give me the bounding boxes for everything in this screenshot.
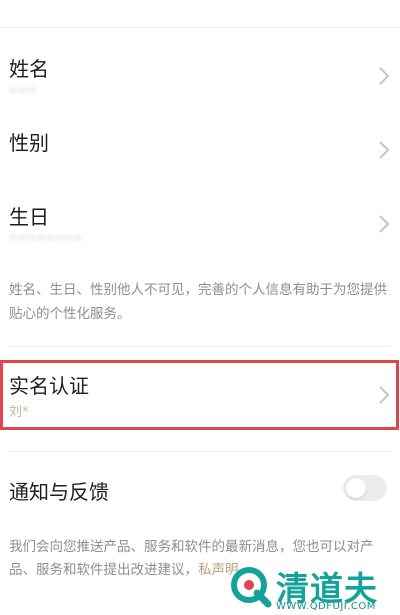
highlight-box [0, 360, 399, 430]
chevron-right-icon [379, 215, 390, 233]
watermark-logo-icon [231, 567, 272, 608]
privacy-hint-text: 姓名、生日、性别他人不可见，完善的个人信息有助于为您提供贴心的个性化服务。 [9, 282, 387, 322]
watermark-url: WWW.QDFUJI.COM [276, 601, 376, 612]
toggle-knob [346, 478, 366, 498]
profile-row-gender[interactable]: 性别 [0, 118, 400, 183]
chevron-right-icon [379, 141, 390, 159]
chevron-right-icon [379, 67, 390, 85]
section-divider [9, 451, 391, 452]
section-divider [9, 346, 391, 347]
top-divider [0, 27, 400, 28]
birthday-value: •••••••• [9, 231, 84, 247]
birthday-label: 生日 [9, 205, 49, 229]
watermark: 清道夫 WWW.QDFUJI.COM [228, 562, 400, 615]
profile-row-name[interactable]: 姓名 ••• [0, 45, 400, 110]
notification-toggle[interactable] [343, 475, 387, 501]
profile-row-birthday[interactable]: 生日 •••••••• [0, 192, 400, 257]
gender-label: 性别 [9, 131, 49, 155]
notification-feedback-row: 通知与反馈 [0, 466, 400, 512]
name-value: ••• [9, 83, 37, 99]
notification-feedback-label: 通知与反馈 [9, 480, 109, 504]
name-label: 姓名 [9, 57, 49, 81]
